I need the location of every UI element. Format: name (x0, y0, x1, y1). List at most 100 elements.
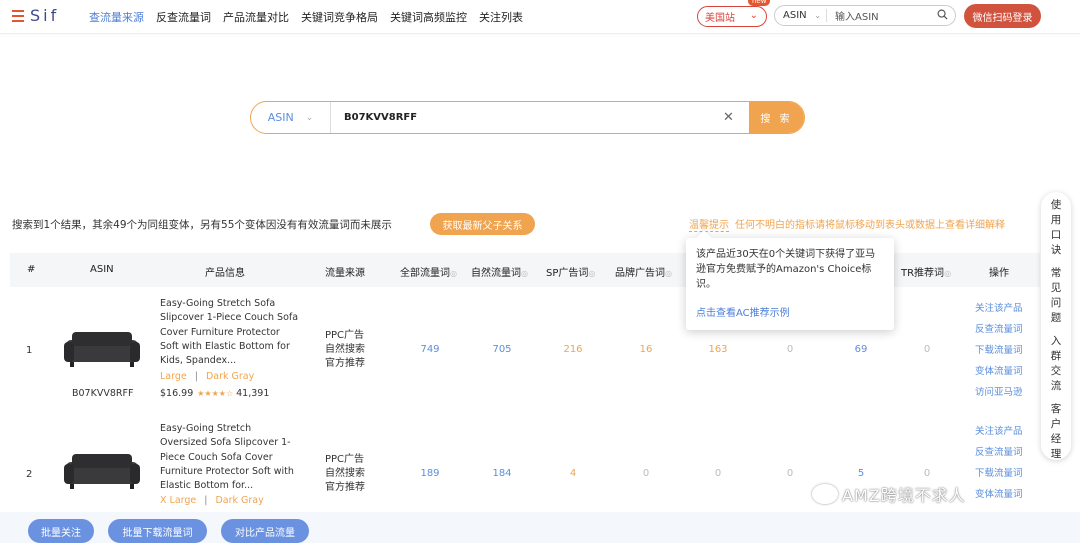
header-search-type-select[interactable]: ASIN ⌄ (775, 9, 827, 22)
sidebar-char: 入 (1050, 335, 1062, 347)
search-icon[interactable] (937, 9, 955, 23)
variant-keywords-link[interactable]: 变体流量词 (975, 484, 1023, 505)
col-header-sp-label: SP广告词 (546, 268, 589, 279)
col-header-organic-label: 自然流量词 (471, 268, 521, 279)
batch-download-button[interactable]: 批量下载流量词 (108, 519, 207, 543)
er-keywords-count[interactable]: 0 (770, 344, 810, 355)
sp-keywords-count[interactable]: 216 (553, 344, 593, 355)
col-header-index: # (27, 264, 36, 275)
tr-keywords-count[interactable]: 0 (907, 468, 947, 479)
all-keywords-count[interactable]: 189 (410, 468, 450, 479)
main-search-button[interactable]: 搜 索 (749, 102, 804, 133)
nav-product-compare[interactable]: 产品流量对比 (223, 9, 289, 25)
nav-keyword-competition[interactable]: 关键词竞争格局 (301, 9, 378, 25)
header-search-type-label: ASIN (783, 10, 807, 21)
product-image[interactable] (62, 326, 142, 372)
source-organic: 自然搜索 (325, 344, 365, 355)
organic-keywords-count[interactable]: 184 (482, 468, 522, 479)
top-bar: Sif 查流量来源 反查流量词 产品流量对比 关键词竞争格局 关键词高频监控 关… (0, 0, 1080, 34)
all-keywords-count[interactable]: 749 (410, 344, 450, 355)
ac-example-link[interactable]: 点击查看AC推荐示例 (696, 306, 884, 321)
logo[interactable]: Sif (12, 6, 59, 25)
traffic-sources: PPC广告 自然搜索 官方推荐 (325, 329, 365, 371)
sidebar-account-manager[interactable]: 客户经理 (1051, 402, 1062, 462)
hr-keywords-count[interactable]: 5 (841, 468, 881, 479)
variant-size: X Large (160, 495, 197, 506)
er-keywords-count[interactable]: 0 (770, 468, 810, 479)
batch-follow-button[interactable]: 批量关注 (28, 519, 94, 543)
nav-keyword-monitor[interactable]: 关键词高频监控 (390, 9, 467, 25)
product-title[interactable]: Easy-Going Stretch Sofa Slipcover 1-Piec… (160, 297, 300, 368)
visit-amazon-link[interactable]: 访问亚马逊 (975, 382, 1023, 403)
sidebar-faq[interactable]: 常见问题 (1051, 266, 1062, 326)
header-search-input[interactable]: 输入ASIN (827, 8, 937, 23)
variant-separator: | (204, 495, 208, 506)
product-price-rating: $16.99 ★★★★☆ 41,391 (160, 388, 269, 399)
reverse-keywords-link[interactable]: 反查流量词 (975, 319, 1023, 340)
result-summary: 搜索到1个结果，其余49个为同组变体，另有55个变体因没有有效流量词而未展示 (12, 219, 392, 231)
brand-keywords-count[interactable]: 0 (626, 468, 666, 479)
download-keywords-link[interactable]: 下载流量词 (975, 463, 1023, 484)
region-select[interactable]: 美国站 ⌄ (697, 6, 767, 27)
wechat-login-button[interactable]: 微信扫码登录 (964, 4, 1041, 28)
popover-arrow (696, 229, 712, 245)
header-search: ASIN ⌄ 输入ASIN (774, 5, 956, 26)
brand-keywords-count[interactable]: 16 (626, 344, 666, 355)
col-header-tr[interactable]: TR推荐词◎ (901, 264, 951, 279)
col-header-organic[interactable]: 自然流量词◎ (471, 264, 528, 279)
variant-color: Dark Gray (205, 371, 255, 382)
col-header-all-keywords[interactable]: 全部流量词◎ (400, 264, 457, 279)
main-search-input[interactable]: B07KVV8RFF (331, 102, 723, 133)
variant-color: Dark Gray (215, 495, 264, 506)
main-search-type-select[interactable]: ASIN ⌄ (251, 102, 331, 133)
wechat-icon (812, 484, 838, 504)
download-keywords-link[interactable]: 下载流量词 (975, 340, 1023, 361)
ac-keywords-count[interactable]: 163 (698, 344, 738, 355)
sidebar-char: 群 (1050, 350, 1062, 362)
tr-keywords-count[interactable]: 0 (907, 344, 947, 355)
sidebar-char: 流 (1050, 380, 1062, 392)
sidebar-char: 见 (1050, 282, 1062, 294)
chevron-down-icon: ⌄ (814, 11, 821, 20)
nav-traffic-source[interactable]: 查流量来源 (89, 9, 144, 25)
product-title[interactable]: Easy-Going Stretch Oversized Sofa Slipco… (160, 422, 300, 493)
sort-icon: ◎ (588, 269, 596, 278)
col-header-brand[interactable]: 品牌广告词◎ (615, 264, 672, 279)
traffic-sources: PPC广告 自然搜索 官方推荐 (325, 453, 365, 495)
source-organic: 自然搜索 (325, 468, 365, 479)
col-header-product: 产品信息 (205, 268, 245, 279)
follow-product-link[interactable]: 关注该产品 (975, 421, 1023, 442)
main-nav: 查流量来源 反查流量词 产品流量对比 关键词竞争格局 关键词高频监控 关注列表 (89, 9, 523, 25)
reverse-keywords-link[interactable]: 反查流量词 (975, 442, 1023, 463)
clear-icon[interactable]: ✕ (723, 102, 749, 133)
sidebar-join-group[interactable]: 入群交流 (1051, 334, 1062, 394)
sidebar-char: 口 (1050, 229, 1062, 241)
sidebar-usage-tips[interactable]: 使用口诀 (1051, 198, 1062, 258)
product-image[interactable] (62, 448, 142, 494)
sort-icon: ◎ (665, 269, 672, 278)
product-variant: Large | Dark Gray (160, 371, 254, 382)
variant-keywords-link[interactable]: 变体流量词 (975, 361, 1023, 382)
row-asin[interactable]: B07KVV8RFF (72, 388, 133, 399)
sp-keywords-count[interactable]: 4 (553, 468, 593, 479)
get-parent-child-button[interactable]: 获取最新父子关系 (430, 213, 535, 235)
follow-product-link[interactable]: 关注该产品 (975, 298, 1023, 319)
col-header-tr-label: TR推荐词 (901, 268, 945, 279)
sidebar-char: 诀 (1050, 244, 1062, 256)
review-count: 41,391 (236, 388, 270, 399)
region-label: 美国站 (705, 13, 735, 24)
col-header-asin: ASIN (90, 264, 114, 275)
ac-keywords-count[interactable]: 0 (698, 468, 738, 479)
nav-reverse-keywords[interactable]: 反查流量词 (156, 9, 211, 25)
row-index: 2 (26, 469, 33, 480)
organic-keywords-count[interactable]: 705 (482, 344, 522, 355)
tip-content: 任何不明白的指标请将鼠标移动到表头或数据上查看详细解释 (735, 220, 1005, 231)
hr-keywords-count[interactable]: 69 (841, 344, 881, 355)
compare-traffic-button[interactable]: 对比产品流量 (221, 519, 309, 543)
source-official: 官方推荐 (325, 482, 365, 493)
col-header-sp[interactable]: SP广告词◎ (546, 264, 595, 279)
watermark: AMZ跨境不求人 (812, 482, 966, 506)
main-search-bar: ASIN ⌄ B07KVV8RFF ✕ 搜 索 (250, 101, 805, 134)
floating-sidebar: 使用口诀 常见问题 入群交流 客户经理 (1041, 192, 1071, 460)
nav-watchlist[interactable]: 关注列表 (479, 9, 523, 25)
